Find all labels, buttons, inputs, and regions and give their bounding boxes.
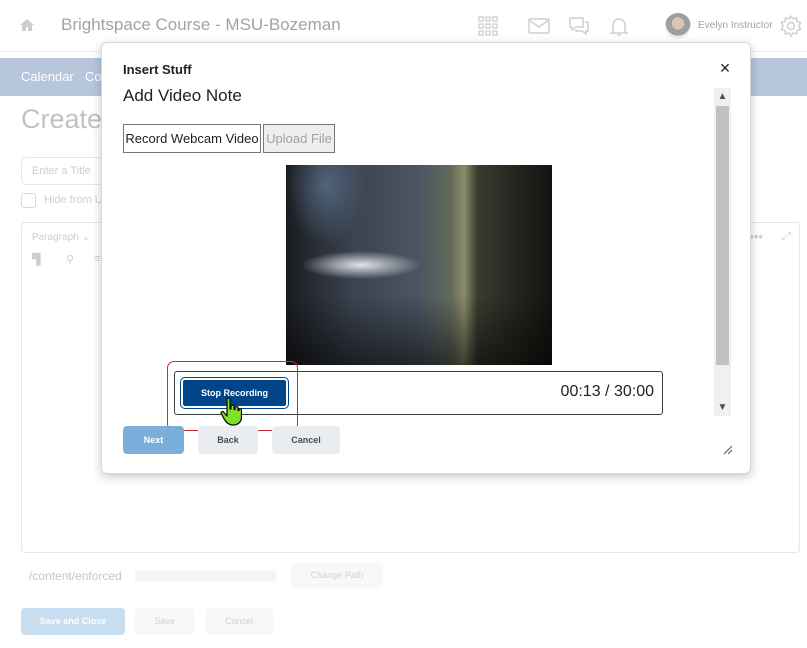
next-button[interactable]: Next [123, 426, 184, 454]
elapsed-time: 00:13 [560, 383, 601, 400]
time-separator: / [605, 383, 610, 400]
stop-recording-button[interactable]: Stop Recording [180, 377, 289, 409]
webcam-preview [286, 165, 552, 365]
cancel-button[interactable]: Cancel [272, 426, 340, 454]
upload-file-tab[interactable]: Upload File [263, 124, 335, 153]
dialog-title: Add Video Note [123, 86, 242, 105]
close-icon[interactable]: × [716, 59, 734, 77]
recording-controls: Stop Recording 00:13 / 30:00 [174, 371, 663, 415]
insert-stuff-dialog: Insert Stuff × Add Video Note ▲ ▼ Record… [101, 42, 751, 474]
back-button[interactable]: Back [198, 426, 258, 454]
recording-timer: 00:13 / 30:00 [561, 383, 654, 401]
scroll-up-icon[interactable]: ▲ [714, 88, 731, 105]
record-webcam-tab[interactable]: Record Webcam Video [123, 124, 261, 153]
scroll-down-icon[interactable]: ▼ [714, 399, 731, 416]
time-limit: 30:00 [613, 383, 654, 400]
video-shade [286, 295, 552, 365]
resize-handle-icon[interactable] [721, 443, 733, 455]
scrollbar-thumb[interactable] [716, 106, 729, 365]
dialog-scrollbar[interactable]: ▲ ▼ [714, 88, 731, 416]
dialog-caption: Insert Stuff [123, 62, 192, 77]
